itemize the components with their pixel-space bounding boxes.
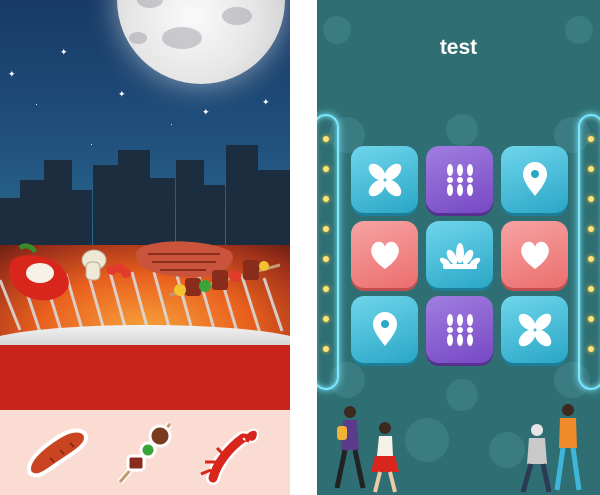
kebab-icon[interactable] (110, 418, 182, 488)
tile-fan-shell[interactable] (426, 221, 493, 288)
tile-propeller[interactable] (351, 146, 418, 213)
pepper (9, 243, 69, 301)
tile-heart[interactable] (351, 221, 418, 288)
heart-icon (520, 241, 549, 269)
propeller-icon (518, 313, 551, 346)
tile-grid (351, 146, 568, 364)
tile-chain[interactable] (426, 296, 493, 363)
puzzle-board: test (317, 0, 600, 495)
fan-shell-icon (439, 242, 480, 269)
tile-map-pin[interactable] (351, 296, 418, 363)
city-skyline (0, 130, 290, 250)
chain-icon (446, 313, 473, 346)
sausage-icon[interactable] (20, 418, 92, 488)
propeller-icon (368, 163, 401, 196)
neon-pillar-left (317, 114, 339, 390)
moon (117, 0, 285, 84)
mushroom (81, 249, 107, 281)
tile-propeller[interactable] (501, 296, 568, 363)
heart-icon (370, 241, 399, 269)
level-title: test (439, 36, 478, 59)
neon-pillar-right (578, 114, 600, 390)
map-pin-icon (522, 161, 547, 196)
lobster-icon[interactable] (195, 418, 267, 488)
tile-map-pin[interactable] (501, 146, 568, 213)
map-pin-icon (372, 311, 397, 346)
bbq-scene: ✦ ✦ · ✦ · ✦ ✦ · · (0, 0, 290, 495)
app-screen: ✦ ✦ · ✦ · ✦ ✦ · · (0, 0, 600, 495)
grill-bowl (0, 345, 290, 415)
chain-icon (446, 163, 473, 196)
tile-heart[interactable] (501, 221, 568, 288)
pedestrians-illustration (334, 404, 582, 493)
tile-chain[interactable] (426, 146, 493, 213)
